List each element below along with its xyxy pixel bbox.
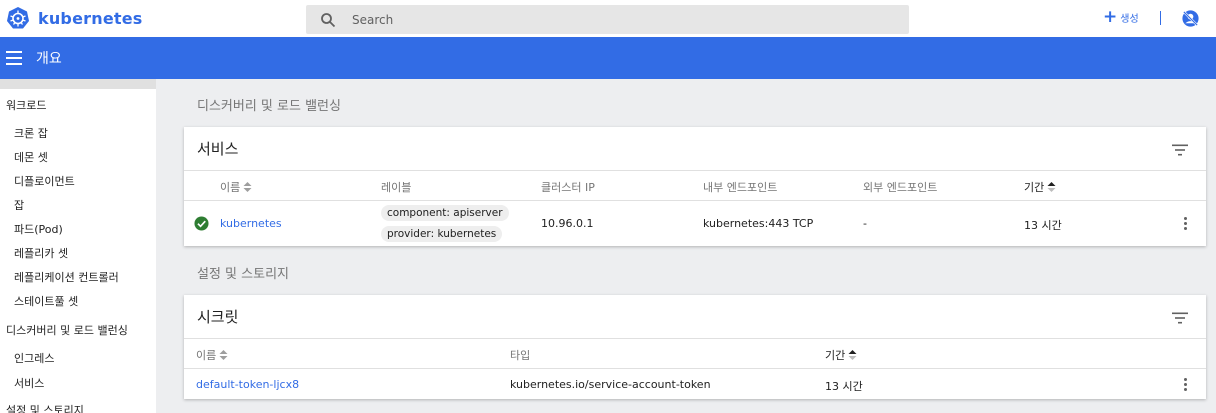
create-button-label: 생성 bbox=[1120, 14, 1139, 25]
card-title-secrets: 시크릿 bbox=[197, 308, 239, 326]
brand-name: kubernetes bbox=[38, 8, 143, 28]
sidebar-item-pods[interactable]: 파드(Pod) bbox=[14, 221, 63, 237]
secret-name-link[interactable]: default-token-ljcx8 bbox=[196, 378, 299, 391]
sidebar-item-config-storage[interactable]: 설정 및 스토리지 bbox=[6, 402, 84, 413]
sidebar-item-cronjobs[interactable]: 크론 잡 bbox=[14, 125, 48, 141]
section-heading-discovery: 디스커버리 및 로드 밸런싱 bbox=[197, 99, 341, 114]
age: 13 시간 bbox=[1024, 219, 1062, 232]
sidebar-item-replicationcontrollers[interactable]: 레플리케이션 컨트롤러 bbox=[14, 269, 119, 285]
column-header-age[interactable]: 기간 bbox=[1024, 179, 1056, 195]
column-header-label: 이름 bbox=[220, 181, 241, 194]
check-circle-icon bbox=[194, 216, 209, 231]
menu-icon[interactable] bbox=[6, 51, 22, 65]
divider bbox=[184, 368, 1206, 369]
kubernetes-logo-icon bbox=[7, 7, 29, 29]
column-header-cluster-ip: 클러스터 IP bbox=[541, 181, 595, 194]
filter-icon[interactable] bbox=[1172, 144, 1188, 156]
secrets-card: 시크릿 이름 타입 기간 default-token-ljcx8 kuberne… bbox=[184, 295, 1206, 399]
service-name-link[interactable]: kubernetes bbox=[220, 217, 282, 230]
more-vert-icon[interactable] bbox=[1184, 217, 1188, 230]
column-header-internal-endpoint: 내부 엔드포인트 bbox=[703, 181, 778, 194]
account-off-icon[interactable] bbox=[1181, 9, 1200, 28]
divider bbox=[184, 200, 1206, 201]
sidebar-item-jobs[interactable]: 잡 bbox=[14, 197, 24, 213]
column-header-name[interactable]: 이름 bbox=[220, 179, 252, 195]
column-header-label: 기간 bbox=[825, 349, 846, 362]
filter-icon[interactable] bbox=[1172, 312, 1188, 324]
card-title-services: 서비스 bbox=[197, 140, 239, 158]
page-title: 개요 bbox=[36, 51, 62, 67]
label-chip: component: apiserver bbox=[381, 205, 509, 221]
top-app-bar: kubernetes Search + 생성 bbox=[0, 0, 1216, 37]
sidebar-active-indicator bbox=[0, 79, 156, 89]
page-toolbar: 개요 bbox=[0, 37, 1216, 79]
sidebar-item-services[interactable]: 서비스 bbox=[14, 375, 44, 391]
column-header-label: 이름 bbox=[196, 349, 217, 362]
sidebar-item-discovery[interactable]: 디스커버리 및 로드 밸런싱 bbox=[6, 322, 128, 338]
more-vert-icon[interactable] bbox=[1184, 378, 1188, 391]
plus-icon: + bbox=[1103, 7, 1118, 27]
divider bbox=[184, 170, 1206, 171]
divider bbox=[1160, 11, 1161, 25]
column-header-external-endpoint: 외부 엔드포인트 bbox=[863, 181, 938, 194]
sidebar-item-statefulsets[interactable]: 스테이트풀 셋 bbox=[14, 293, 78, 309]
divider bbox=[184, 338, 1206, 339]
sort-ascending-icon bbox=[1047, 182, 1056, 192]
search-icon bbox=[321, 12, 336, 27]
section-heading-config-storage: 설정 및 스토리지 bbox=[197, 267, 289, 282]
services-card: 서비스 이름 레이블 클러스터 IP 내부 엔드포인트 외부 엔드포인트 기간 … bbox=[184, 127, 1206, 246]
sidebar-item-ingresses[interactable]: 인그레스 bbox=[14, 350, 54, 366]
sort-icon bbox=[243, 182, 252, 192]
sort-icon bbox=[219, 350, 228, 360]
sidebar-item-replicasets[interactable]: 레플리카 셋 bbox=[14, 245, 68, 261]
external-endpoint: - bbox=[863, 217, 867, 230]
secret-type: kubernetes.io/service-account-token bbox=[510, 378, 711, 391]
sidebar: 워크로드 크론 잡 데몬 셋 디플로이먼트 잡 파드(Pod) 레플리카 셋 레… bbox=[0, 79, 156, 413]
sidebar-item-daemonsets[interactable]: 데몬 셋 bbox=[14, 149, 48, 165]
cluster-ip: 10.96.0.1 bbox=[541, 217, 594, 230]
column-header-name[interactable]: 이름 bbox=[196, 347, 228, 363]
sidebar-item-workloads[interactable]: 워크로드 bbox=[6, 97, 46, 113]
sort-ascending-icon bbox=[848, 350, 857, 360]
brand[interactable]: kubernetes bbox=[6, 6, 143, 30]
column-header-labels: 레이블 bbox=[381, 181, 412, 194]
create-button[interactable]: + 생성 bbox=[1103, 9, 1139, 26]
internal-endpoint: kubernetes:443 TCP bbox=[703, 217, 814, 230]
column-header-label: 기간 bbox=[1024, 181, 1045, 194]
search-input[interactable]: Search bbox=[352, 13, 393, 27]
search-bar[interactable]: Search bbox=[306, 5, 909, 34]
sidebar-item-deployments[interactable]: 디플로이먼트 bbox=[14, 173, 75, 189]
age: 13 시간 bbox=[825, 380, 863, 393]
column-header-age[interactable]: 기간 bbox=[825, 347, 857, 363]
label-chip: provider: kubernetes bbox=[381, 226, 503, 242]
column-header-type: 타입 bbox=[510, 349, 531, 362]
